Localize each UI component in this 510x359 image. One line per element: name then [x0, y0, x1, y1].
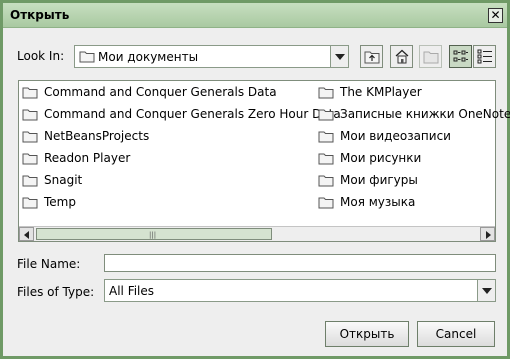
scroll-right-button[interactable]	[480, 227, 495, 241]
folder-icon	[318, 153, 334, 165]
folder-icon	[318, 197, 334, 209]
folder-icon	[318, 131, 334, 143]
home-button[interactable]	[390, 45, 413, 68]
list-item-label: Command and Conquer Generals Zero Hour D…	[44, 107, 341, 121]
up-folder-button[interactable]	[360, 45, 383, 68]
list-item-label: Temp	[44, 195, 76, 209]
look-in-combo[interactable]: Мои документы	[74, 45, 349, 68]
folder-icon	[22, 175, 38, 187]
list-view-icon	[453, 50, 468, 62]
file-list[interactable]: Command and Conquer Generals Data Command…	[18, 80, 510, 242]
dialog-title: Открыть	[10, 8, 70, 22]
look-in-value: Мои документы	[98, 50, 199, 64]
folder-icon	[318, 109, 334, 121]
details-view-icon	[477, 49, 492, 64]
open-button[interactable]: Открыть	[325, 321, 409, 347]
file-name-field[interactable]	[104, 254, 496, 272]
file-name-label: File Name:	[17, 257, 81, 271]
list-item-label: Мои рисунки	[340, 151, 422, 165]
list-item-label: Мои видеозаписи	[340, 129, 451, 143]
list-item-label: Мои фигуры	[340, 173, 418, 187]
folder-icon	[79, 51, 95, 63]
details-view-button[interactable]	[473, 45, 496, 68]
chevron-down-icon[interactable]	[330, 46, 348, 67]
cancel-button[interactable]: Cancel	[417, 321, 495, 347]
folder-icon	[22, 153, 38, 165]
open-dialog: Открыть ✕ Look In: Мои документы Command…	[0, 0, 510, 359]
scroll-left-button[interactable]	[19, 227, 34, 241]
list-item-label: Моя музыка	[340, 195, 416, 209]
list-item-label: NetBeansProjects	[44, 129, 150, 143]
list-item-label: Записные книжки OneNote	[340, 107, 510, 121]
files-of-type-label: Files of Type:	[17, 285, 95, 299]
list-view-button[interactable]	[449, 45, 472, 68]
list-item-label: The KMPlayer	[340, 85, 422, 99]
scrollbar-thumb[interactable]: |||	[36, 228, 272, 240]
files-of-type-combo[interactable]: All Files	[104, 279, 496, 302]
folder-icon	[318, 175, 334, 187]
folder-icon	[22, 87, 38, 99]
folder-icon	[22, 197, 38, 209]
new-folder-icon	[423, 51, 439, 64]
close-icon[interactable]: ✕	[488, 8, 503, 23]
up-folder-icon	[364, 51, 380, 64]
look-in-label: Look In:	[17, 49, 65, 63]
chevron-down-icon[interactable]	[477, 280, 495, 301]
list-item-label: Command and Conquer Generals Data	[44, 85, 277, 99]
list-item-label: Readon Player	[44, 151, 131, 165]
title-bar[interactable]: Открыть ✕	[3, 3, 507, 28]
horizontal-scrollbar[interactable]: |||	[19, 226, 495, 241]
new-folder-button[interactable]	[419, 45, 442, 68]
folder-icon	[22, 109, 38, 121]
folder-icon	[22, 131, 38, 143]
files-of-type-value: All Files	[109, 284, 155, 298]
list-item-label: Snagit	[44, 173, 83, 187]
folder-icon	[318, 87, 334, 99]
home-icon	[395, 49, 409, 64]
